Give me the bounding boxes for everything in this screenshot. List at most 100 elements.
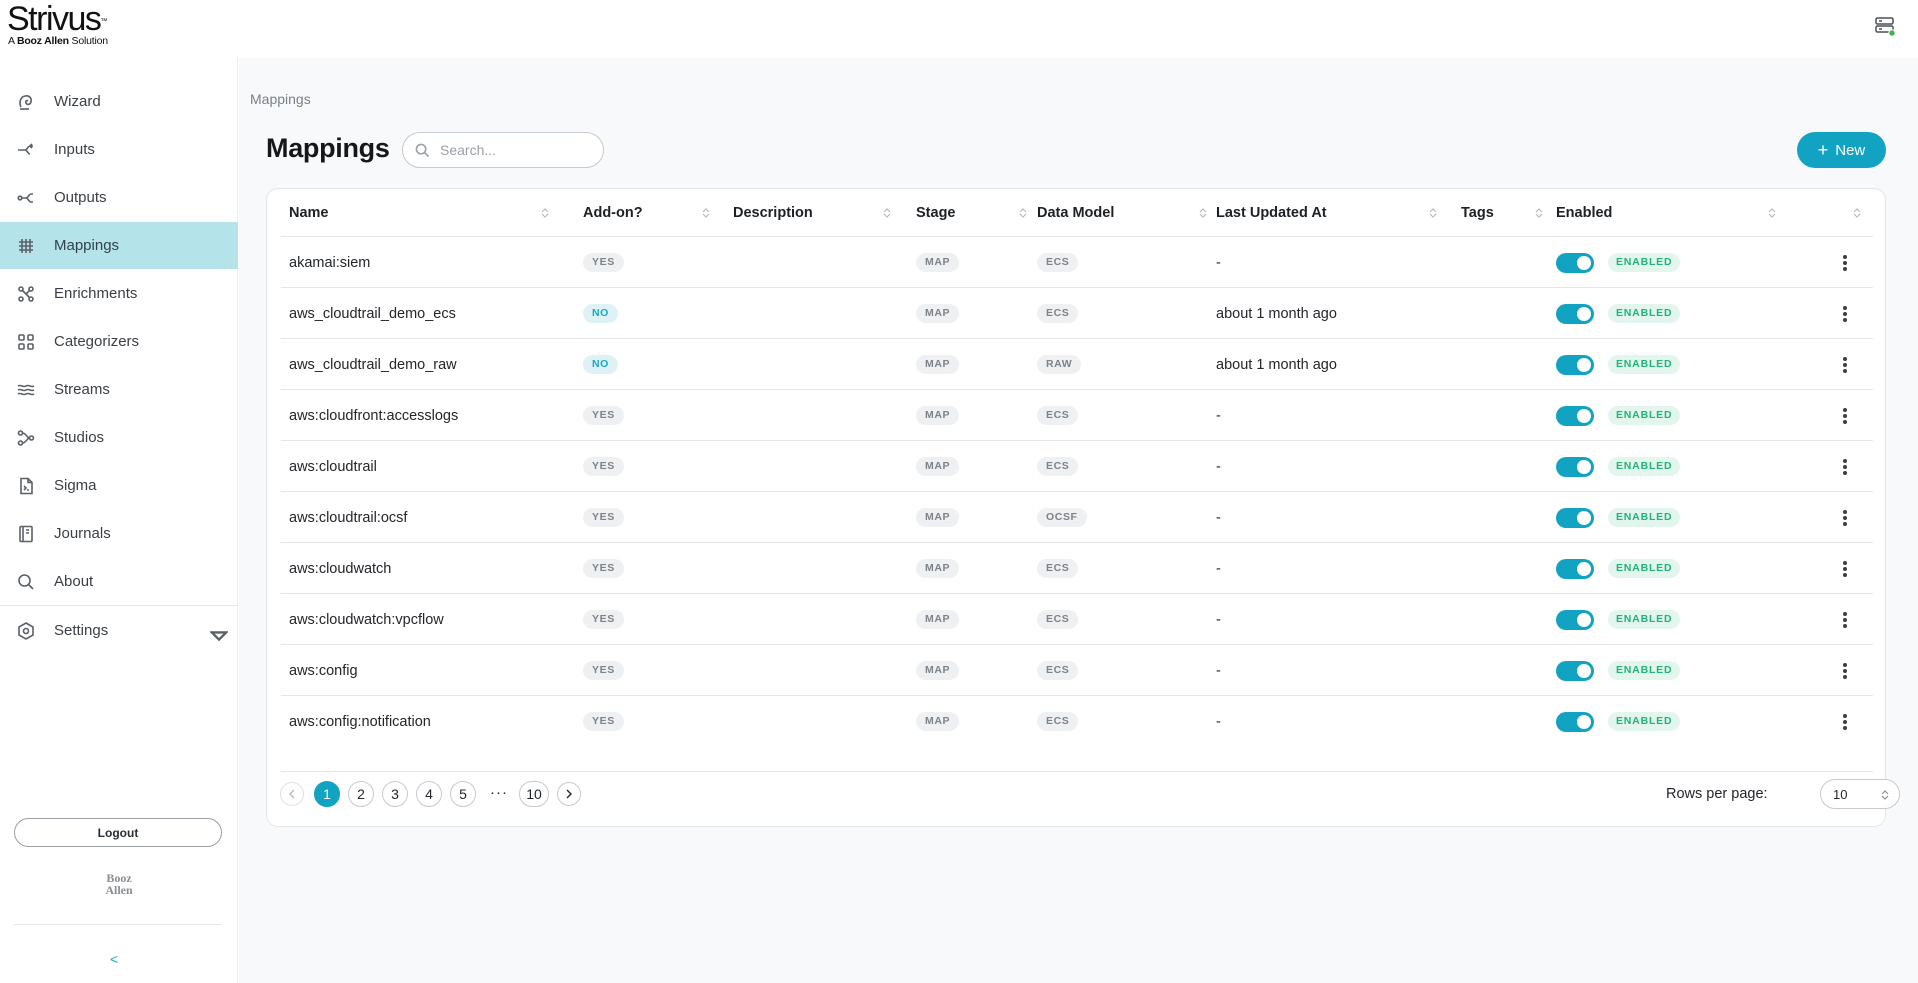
strivus-logo[interactable]: Strivus™ A Booz Allen Solution	[7, 2, 108, 47]
table-row[interactable]: aws:cloudtrail:ocsf YES MAP OCSF - ENABLED	[281, 492, 1873, 543]
table-row[interactable]: aws:config:notification YES MAP ECS - ENABLED	[281, 696, 1873, 747]
table-row[interactable]: aws:cloudwatch YES MAP ECS - ENABLED	[281, 543, 1873, 594]
column-header-enabled[interactable]: Enabled	[1556, 189, 1612, 237]
enabled-toggle[interactable]	[1556, 354, 1594, 375]
column-header-name[interactable]: Name	[289, 189, 329, 237]
enabled-badge: ENABLED	[1608, 712, 1681, 731]
main-content: Mappings Mappings + New Name Add-on? Des…	[239, 58, 1918, 983]
page-button-3[interactable]: 3	[382, 781, 408, 807]
enabled-toggle[interactable]	[1556, 252, 1594, 273]
next-page-button[interactable]	[557, 782, 581, 806]
sort-icon[interactable]	[883, 207, 891, 219]
booz-allen-logo: Booz Allen	[105, 871, 133, 897]
column-header-stage[interactable]: Stage	[916, 189, 956, 237]
more-actions-icon[interactable]	[1843, 560, 1847, 577]
page-button-10[interactable]: 10	[519, 781, 549, 807]
page-button-2[interactable]: 2	[348, 781, 374, 807]
mapping-name[interactable]: aws:cloudwatch:vpcflow	[289, 594, 444, 645]
sort-icon[interactable]	[1853, 207, 1861, 219]
column-header-addon[interactable]: Add-on?	[583, 189, 643, 237]
table-row[interactable]: aws_cloudtrail_demo_raw NO MAP RAW about 1 m…	[281, 339, 1873, 390]
enabled-toggle[interactable]	[1556, 507, 1594, 528]
sidebar-item-label: Inputs	[54, 141, 95, 158]
page-button-5[interactable]: 5	[450, 781, 476, 807]
mapping-name[interactable]: aws:cloudtrail:ocsf	[289, 492, 407, 543]
last-updated-cell: -	[1216, 713, 1221, 730]
sidebar-item-wizard[interactable]: Wizard	[0, 78, 238, 125]
table-row[interactable]: aws:config YES MAP ECS - ENABLED	[281, 645, 1873, 696]
more-actions-icon[interactable]	[1843, 611, 1847, 628]
mapping-name[interactable]: aws_cloudtrail_demo_raw	[289, 339, 457, 390]
sidebar-item-label: Streams	[54, 381, 110, 398]
table-row[interactable]: aws:cloudtrail YES MAP ECS - ENABLED	[281, 441, 1873, 492]
sidebar-item-enrichments[interactable]: Enrichments	[0, 270, 238, 317]
page-button-1[interactable]: 1	[314, 781, 340, 807]
enabled-toggle[interactable]	[1556, 558, 1594, 579]
table-row[interactable]: aws_cloudtrail_demo_ecs NO MAP ECS about 1 m…	[281, 288, 1873, 339]
page-button-4[interactable]: 4	[416, 781, 442, 807]
table-row[interactable]: aws:cloudfront:accesslogs YES MAP ECS - ENABL…	[281, 390, 1873, 441]
stage-badge: MAP	[916, 508, 960, 527]
column-header-data-model[interactable]: Data Model	[1037, 189, 1114, 237]
new-mapping-button[interactable]: + New	[1797, 132, 1886, 168]
search-input[interactable]	[440, 142, 590, 158]
enabled-toggle[interactable]	[1556, 405, 1594, 426]
mapping-name[interactable]: akamai:siem	[289, 237, 370, 288]
mapping-name[interactable]: aws:config:notification	[289, 696, 431, 747]
sidebar-item-mappings[interactable]: Mappings	[0, 222, 238, 269]
sidebar-item-categorizers[interactable]: Categorizers	[0, 318, 238, 365]
addon-badge: YES	[583, 457, 624, 476]
sort-icon[interactable]	[1429, 207, 1437, 219]
sort-icon[interactable]	[1535, 207, 1543, 219]
enabled-toggle[interactable]	[1556, 456, 1594, 477]
sidebar-item-sigma[interactable]: Sigma	[0, 462, 238, 509]
table-row[interactable]: akamai:siem YES MAP ECS - ENABLED	[281, 237, 1873, 288]
sidebar-item-settings[interactable]: Settings	[0, 607, 238, 654]
sort-icon[interactable]	[541, 207, 549, 219]
table-row[interactable]: aws:cloudwatch:vpcflow YES MAP ECS - ENABLED	[281, 594, 1873, 645]
page-title: Mappings	[266, 133, 390, 163]
enabled-toggle[interactable]	[1556, 660, 1594, 681]
stage-badge: MAP	[916, 559, 960, 578]
column-header-description[interactable]: Description	[733, 189, 813, 237]
enabled-toggle[interactable]	[1556, 303, 1594, 324]
mapping-name[interactable]: aws:cloudtrail	[289, 441, 377, 492]
sidebar-item-streams[interactable]: Streams	[0, 366, 238, 413]
sidebar-item-label: Settings	[54, 622, 109, 639]
column-header-last-updated[interactable]: Last Updated At	[1216, 189, 1327, 237]
logo-trademark: ™	[100, 18, 107, 25]
data-model-badge: OCSF	[1037, 508, 1087, 527]
mapping-name[interactable]: aws:cloudfront:accesslogs	[289, 390, 458, 441]
mapping-name[interactable]: aws:cloudwatch	[289, 543, 391, 594]
enabled-toggle[interactable]	[1556, 609, 1594, 630]
more-actions-icon[interactable]	[1843, 305, 1847, 322]
more-actions-icon[interactable]	[1843, 509, 1847, 526]
column-header-tags[interactable]: Tags	[1461, 189, 1494, 237]
sidebar-item-inputs[interactable]: Inputs	[0, 126, 238, 173]
collapse-sidebar-button[interactable]: <	[110, 951, 118, 967]
prev-page-button[interactable]	[280, 782, 304, 806]
sort-icon[interactable]	[1019, 207, 1027, 219]
chevron-left-icon	[289, 789, 295, 799]
server-status-icon[interactable]	[1874, 15, 1896, 37]
breadcrumb[interactable]: Mappings	[250, 91, 311, 107]
enabled-toggle[interactable]	[1556, 711, 1594, 732]
more-actions-icon[interactable]	[1843, 407, 1847, 424]
search-box[interactable]	[402, 132, 604, 168]
sidebar-item-about[interactable]: About	[0, 558, 238, 605]
more-actions-icon[interactable]	[1843, 458, 1847, 475]
more-actions-icon[interactable]	[1843, 356, 1847, 373]
rows-per-page-select[interactable]: 10	[1820, 779, 1900, 809]
sort-icon[interactable]	[1768, 207, 1776, 219]
sort-icon[interactable]	[702, 207, 710, 219]
more-actions-icon[interactable]	[1843, 713, 1847, 730]
sidebar-item-outputs[interactable]: Outputs	[0, 174, 238, 221]
sidebar-item-studios[interactable]: Studios	[0, 414, 238, 461]
more-actions-icon[interactable]	[1843, 254, 1847, 271]
more-actions-icon[interactable]	[1843, 662, 1847, 679]
mapping-name[interactable]: aws_cloudtrail_demo_ecs	[289, 288, 456, 339]
logout-button[interactable]: Logout	[14, 818, 222, 847]
sidebar-item-journals[interactable]: Journals	[0, 510, 238, 557]
mapping-name[interactable]: aws:config	[289, 645, 358, 696]
sort-icon[interactable]	[1199, 207, 1207, 219]
